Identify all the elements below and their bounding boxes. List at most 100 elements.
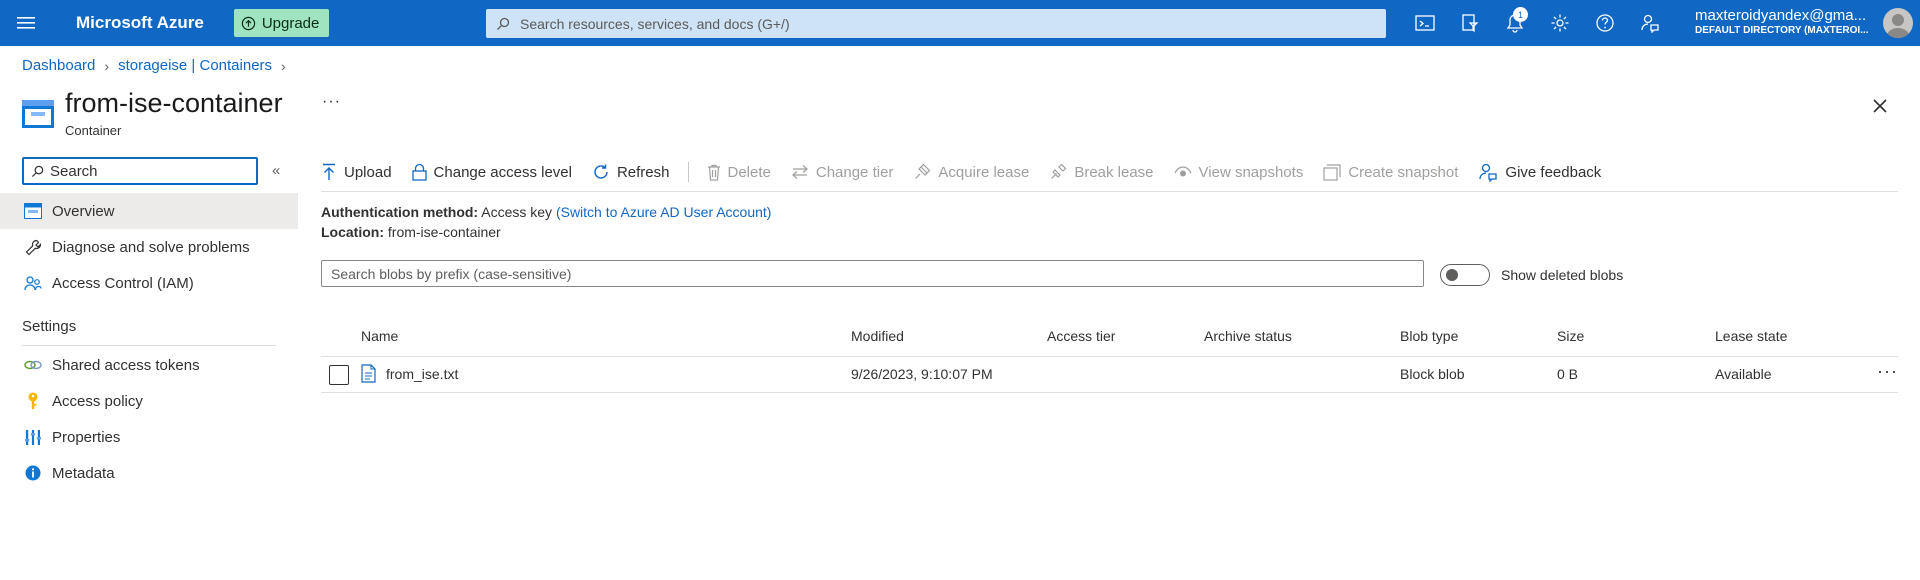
breadcrumb-dashboard[interactable]: Dashboard	[22, 57, 95, 74]
upgrade-label: Upgrade	[261, 14, 320, 32]
acquire-lease-icon	[915, 163, 931, 179]
people-icon	[22, 275, 44, 292]
column-header-modified[interactable]: Modified	[851, 328, 904, 344]
nav-section-settings: Settings	[22, 318, 77, 335]
row-checkbox[interactable]	[329, 365, 349, 385]
notifications-button[interactable]: 1	[1492, 0, 1537, 46]
nav-item-shared-access-tokens[interactable]: Shared access tokens	[0, 347, 298, 383]
give-feedback-button[interactable]: Give feedback	[1478, 162, 1601, 182]
lock-icon	[411, 163, 427, 181]
collapse-nav-button[interactable]: «	[272, 162, 280, 179]
nav-item-access-control[interactable]: Access Control (IAM)	[0, 265, 298, 301]
link-icon	[22, 358, 44, 372]
directory-filter-button[interactable]	[1447, 0, 1492, 46]
blob-name-link[interactable]: from_ise.txt	[386, 366, 458, 382]
table-row[interactable]: from_ise.txt 9/26/2023, 9:10:07 PM Block…	[321, 357, 1898, 393]
snapshot-icon	[1323, 163, 1341, 181]
nav-item-access-policy[interactable]: Access policy	[0, 383, 298, 419]
nav-item-label: Access policy	[52, 392, 143, 410]
wrench-icon	[22, 239, 44, 256]
nav-item-label: Overview	[52, 202, 115, 220]
upload-button[interactable]: Upload	[321, 163, 392, 181]
account-menu[interactable]: maxteroidyandex@gma... DEFAULT DIRECTORY…	[1695, 7, 1875, 36]
delete-label: Delete	[727, 163, 771, 181]
refresh-icon	[594, 164, 608, 179]
change-access-level-label: Change access level	[433, 163, 572, 181]
chevron-right-icon: ›	[281, 57, 286, 74]
nav-item-properties[interactable]: Properties	[0, 419, 298, 455]
nav-item-metadata[interactable]: Metadata	[0, 455, 298, 491]
column-header-blob-type[interactable]: Blob type	[1400, 328, 1458, 344]
settings-button[interactable]	[1537, 0, 1582, 46]
cloud-shell-button[interactable]	[1402, 0, 1447, 46]
breadcrumb: Dashboard › storageise | Containers ›	[22, 57, 295, 74]
eye-icon	[1173, 166, 1192, 177]
location: Location: from-ise-container	[321, 224, 501, 240]
blob-search-placeholder: Search blobs by prefix (case-sensitive)	[331, 265, 572, 282]
account-directory: DEFAULT DIRECTORY (MAXTEROI...	[1695, 25, 1869, 36]
cell-blob-type: Block blob	[1400, 366, 1465, 382]
blob-search-input[interactable]: Search blobs by prefix (case-sensitive)	[321, 260, 1424, 287]
cloud-shell-icon	[1414, 15, 1435, 31]
page-title: from-ise-container	[65, 88, 283, 118]
location-label: Location:	[321, 224, 384, 240]
refresh-label: Refresh	[616, 163, 670, 181]
feedback-button[interactable]	[1627, 0, 1672, 46]
create-snapshot-button[interactable]: Create snapshot	[1323, 164, 1458, 181]
command-bar: Upload Change access level Refresh Delet…	[321, 158, 1621, 186]
acquire-lease-label: Acquire lease	[938, 163, 1030, 181]
trash-icon	[707, 164, 720, 181]
close-icon[interactable]	[1868, 94, 1892, 118]
break-lease-button[interactable]: Break lease	[1049, 163, 1154, 181]
nav-item-label: Shared access tokens	[52, 356, 200, 374]
account-name: maxteroidyandex@gma...	[1695, 7, 1867, 24]
portal-menu-button[interactable]	[0, 0, 52, 46]
change-access-level-button[interactable]: Change access level	[411, 163, 572, 181]
info-icon	[22, 465, 44, 481]
breadcrumb-storage-containers[interactable]: storageise | Containers	[118, 57, 272, 74]
toolbar-divider-line	[321, 191, 1898, 192]
nav-search-placeholder: Search	[50, 162, 98, 180]
auth-label: Authentication method:	[321, 204, 479, 220]
column-header-size[interactable]: Size	[1557, 328, 1584, 344]
column-header-lease-state[interactable]: Lease state	[1715, 328, 1787, 344]
help-icon	[1595, 14, 1614, 32]
key-icon	[22, 392, 44, 410]
more-options-button[interactable]: ···	[322, 93, 341, 111]
change-tier-button[interactable]: Change tier	[791, 164, 893, 181]
row-more-options-button[interactable]: ···	[1877, 361, 1898, 382]
chevron-right-icon: ›	[104, 57, 110, 74]
delete-button[interactable]: Delete	[707, 164, 771, 181]
nav-item-label: Metadata	[52, 464, 115, 482]
global-search-input[interactable]: Search resources, services, and docs (G+…	[486, 9, 1386, 38]
acquire-lease-button[interactable]: Acquire lease	[913, 163, 1029, 181]
view-snapshots-label: View snapshots	[1198, 163, 1304, 181]
upgrade-button[interactable]: Upgrade	[233, 9, 330, 37]
cell-lease-state: Available	[1715, 366, 1772, 382]
show-deleted-blobs-toggle[interactable]	[1440, 264, 1490, 286]
column-header-name[interactable]: Name	[361, 328, 398, 344]
column-header-archive-status[interactable]: Archive status	[1204, 328, 1292, 344]
location-value: from-ise-container	[387, 224, 501, 240]
nav-search-input[interactable]: Search	[22, 157, 258, 185]
toggle-knob	[1446, 269, 1458, 281]
feedback-icon	[1640, 14, 1659, 33]
avatar[interactable]	[1883, 8, 1913, 38]
column-header-access-tier[interactable]: Access tier	[1047, 328, 1115, 344]
nav-item-label: Access Control (IAM)	[52, 274, 194, 292]
nav-divider	[22, 345, 276, 346]
file-text-icon	[361, 364, 376, 383]
switch-auth-link[interactable]: (Switch to Azure AD User Account)	[556, 204, 772, 220]
give-feedback-label: Give feedback	[1505, 163, 1602, 181]
authentication-method: Authentication method: Access key (Switc…	[321, 204, 771, 220]
show-deleted-blobs-label: Show deleted blobs	[1501, 267, 1624, 283]
notification-badge: 1	[1513, 7, 1528, 22]
global-search-placeholder: Search resources, services, and docs (G+…	[520, 15, 790, 32]
brand-title[interactable]: Microsoft Azure	[76, 13, 204, 33]
view-snapshots-button[interactable]: View snapshots	[1173, 163, 1304, 181]
refresh-button[interactable]: Refresh	[592, 163, 670, 181]
help-button[interactable]	[1582, 0, 1627, 46]
nav-item-overview[interactable]: Overview	[0, 193, 298, 229]
nav-item-diagnose[interactable]: Diagnose and solve problems	[0, 229, 298, 265]
hamburger-icon	[17, 17, 35, 29]
